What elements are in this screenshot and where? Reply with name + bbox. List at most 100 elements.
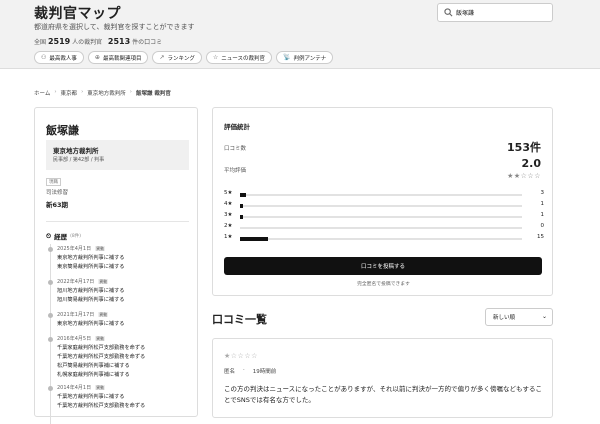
rating-bar-fill (240, 204, 243, 208)
breadcrumb-separator: › (129, 89, 132, 95)
career-line: 東京地方裁判所判事に補する (57, 255, 125, 261)
rating-title: 評価統計 (224, 123, 250, 131)
sort-select[interactable]: 新しい順 ⌄ (485, 308, 553, 326)
sort-value: 新しい順 (493, 315, 516, 321)
review-text: この方の判決はニュースになったことがありますが、それ以前に判決が一方的で偏りが多… (224, 385, 543, 404)
breadcrumb: ホーム › 東京都 › 東京地方裁判所 › 飯塚謙 裁判官 (34, 89, 171, 97)
court-name: 東京地方裁判所 (53, 147, 99, 155)
avg-rating-label: 平均評価 (224, 168, 247, 174)
court-detail: 民事部 / 第42部 / 判事 (53, 157, 105, 163)
rating-bar-track (240, 204, 522, 208)
career-line: 旭川地方裁判所判事に補する (57, 288, 125, 294)
search-box[interactable] (437, 3, 553, 22)
meta-dot: · (243, 367, 245, 373)
review-count: 2513 (107, 37, 131, 46)
timeline-dot (48, 313, 53, 318)
timeline-dot (48, 386, 53, 391)
career-date: 2022年4月17日 異動 (57, 278, 109, 285)
search-input[interactable] (456, 6, 548, 19)
breadcrumb-separator: › (81, 89, 84, 95)
breadcrumb-current: 飯塚謙 裁判官 (135, 91, 171, 97)
career-date: 2025年4月1日 異動 (57, 245, 106, 252)
chevron-down-icon: ⌄ (541, 313, 547, 320)
career-date-text: 2014年4月1日 (57, 385, 92, 391)
nav-news-judges[interactable]: ☆ ニュースの裁判官 (205, 51, 272, 64)
rating-row-label: 5★ (224, 190, 233, 196)
breadcrumb-court[interactable]: 東京地方裁判所 (87, 89, 126, 97)
nav-case-antenna[interactable]: 📡 判例アンテナ (275, 51, 334, 64)
avg-rating-value: 2.0 (521, 157, 542, 170)
rating-row-count: 3 (540, 190, 545, 196)
review-unit: 件の口コミ (132, 39, 163, 46)
court-box[interactable]: 東京地方裁判所 民事部 / 第42部 / 判事 (46, 140, 189, 170)
rating-row-label: 3★ (224, 212, 233, 218)
nav-label: 最高裁人事 (49, 55, 77, 62)
rating-row-count: 15 (537, 234, 544, 240)
rating-stats-card: 評価統計 口コミ数 153件 平均評価 2.0 ★★☆☆☆ 5★ 3 4★ 1 3★ 1 2… (212, 107, 553, 296)
timeline-line (50, 244, 51, 424)
career-date: 2021年1月17日 異動 (57, 311, 109, 318)
career-date: 2014年4月1日 異動 (57, 384, 106, 391)
review-card: ★☆☆☆☆ 匿名 · 19時間前 この方の判決はニュースになったことがありますが… (212, 338, 553, 418)
nav-ranking[interactable]: ↗ ランキング (152, 51, 202, 64)
review-count-value: 153件 (507, 141, 541, 154)
career-line: 東京地方裁判所判事に補する (57, 321, 125, 327)
rating-row: 5★ 3 (224, 190, 544, 199)
reviews-title: 口コミ一覧 (212, 313, 267, 326)
review-meta: 匿名 · 19時間前 (224, 367, 276, 375)
site-header: 裁判官マップ 都道府県を選択して、裁判官を探すことができます 全国 2519 人… (0, 0, 600, 69)
career-badge: 異動 (95, 336, 106, 341)
avg-rating-stars: ★★☆☆☆ (507, 172, 541, 180)
judge-name: 飯塚謙 (46, 124, 79, 137)
review-count-label: 口コミ数 (224, 146, 247, 152)
career-date-text: 2021年1月17日 (57, 312, 95, 318)
breadcrumb-prefecture[interactable]: 東京都 (61, 89, 78, 97)
rating-bar-track (240, 193, 522, 197)
timeline-dot (48, 280, 53, 285)
career-heading: ⏲ 経歴 (8件) (46, 231, 81, 242)
search-icon (444, 8, 453, 17)
rating-row: 1★ 15 (224, 234, 544, 243)
career-line: 千葉地方裁判所松戸支部勤務を命ずる (57, 354, 146, 360)
judge-unit: 人の裁判官 (72, 39, 103, 46)
timeline-dot (48, 337, 53, 342)
nav-supreme-court-related[interactable]: ⊕ 最高裁関連項目 (87, 51, 149, 64)
career-badge: 異動 (95, 246, 106, 251)
status-badge: 現職 (46, 178, 61, 186)
nav-label: ニュースの裁判官 (221, 55, 265, 62)
site-title[interactable]: 裁判官マップ (34, 3, 121, 23)
rating-row-count: 0 (540, 223, 545, 229)
judge-count: 2519 (47, 37, 71, 46)
career-date-text: 2022年4月17日 (57, 279, 95, 285)
nav-bar: ⚇ 最高裁人事 ⊕ 最高裁関連項目 ↗ ランキング ☆ ニュースの裁判官 📡 判例アンテナ (34, 51, 334, 64)
career-line: 千葉地方裁判所判事に補する (57, 394, 125, 400)
rating-bar-track (240, 227, 522, 229)
rating-bar-track (240, 237, 522, 241)
rating-row-label: 2★ (224, 223, 233, 229)
career-line: 旭川簡易裁判所判事に補する (57, 297, 125, 303)
nav-supreme-court-personnel[interactable]: ⚇ 最高裁人事 (34, 51, 84, 64)
review-author: 匿名 (224, 369, 236, 375)
rating-bar-fill (240, 215, 243, 219)
post-note: 完全匿名で投稿できます (357, 282, 410, 287)
review-stars: ★☆☆☆☆ (224, 352, 258, 360)
training-value: 新63期 (46, 201, 69, 209)
career-line: 札幌家庭裁判所判事補に補する (57, 372, 130, 378)
post-review-button[interactable]: 口コミを投稿する (224, 257, 542, 275)
rating-row: 2★ 0 (224, 223, 544, 232)
breadcrumb-home[interactable]: ホーム (34, 89, 50, 97)
antenna-icon: 📡 (282, 54, 291, 61)
history-icon: ⏲ (46, 231, 52, 240)
career-title: 経歴 (54, 233, 68, 241)
rating-row: 3★ 1 (224, 212, 544, 221)
rating-row-count: 1 (540, 201, 545, 207)
star-icon: ☆ (212, 54, 219, 61)
judge-profile-card: 飯塚謙 東京地方裁判所 民事部 / 第42部 / 判事 現職 司法修習 新63期… (34, 107, 198, 424)
career-line: 東京簡易裁判所判事に補する (57, 264, 125, 270)
career-date: 2016年4月5日 異動 (57, 335, 106, 342)
info-icon: ⊕ (94, 54, 100, 61)
rating-bar-fill (240, 193, 246, 197)
career-badge: 異動 (98, 312, 109, 317)
people-icon: ⚇ (41, 54, 47, 61)
rating-row-count: 1 (540, 212, 545, 218)
